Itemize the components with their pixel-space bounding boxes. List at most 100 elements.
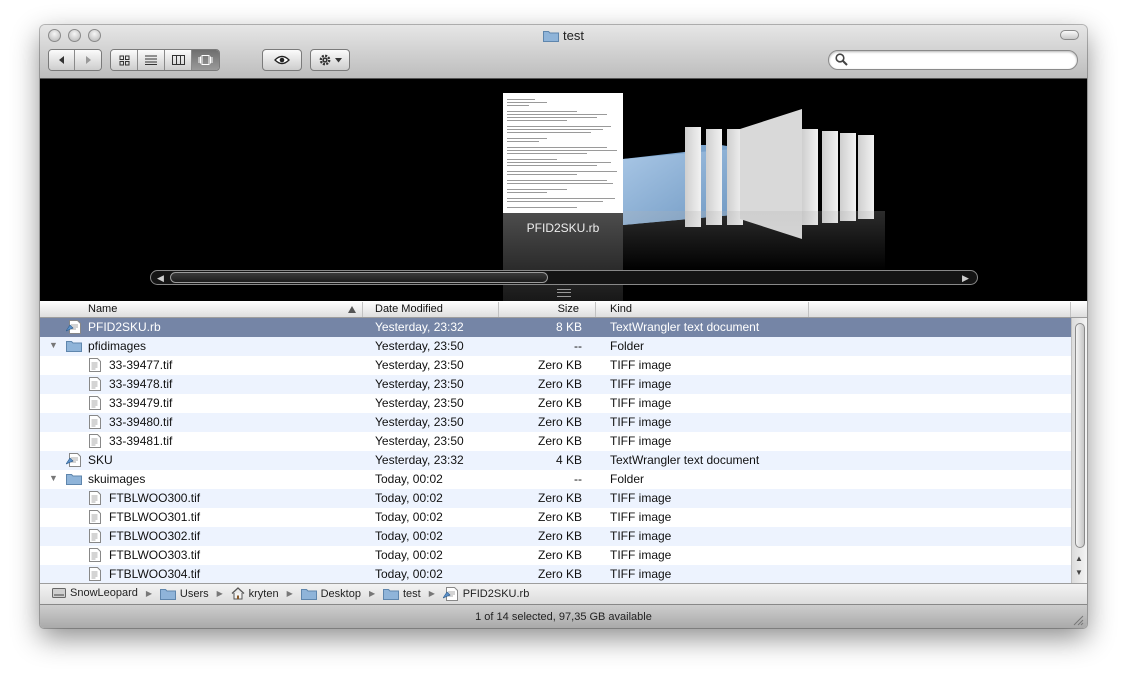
document-icon	[89, 434, 101, 451]
column-header-kind[interactable]: Kind	[596, 302, 809, 317]
cover-flow-icon	[198, 55, 213, 65]
back-button[interactable]	[49, 50, 76, 70]
document-icon	[89, 529, 101, 546]
search-icon	[835, 53, 848, 66]
resize-grip-icon[interactable]	[1073, 615, 1084, 626]
action-menu-button[interactable]	[310, 49, 350, 71]
column-view-button[interactable]	[165, 50, 192, 70]
titlebar: test	[40, 25, 1087, 79]
list-view-button[interactable]	[138, 50, 165, 70]
file-size: Zero KB	[537, 529, 582, 543]
column-kind-label: Kind	[610, 303, 633, 315]
path-crumb[interactable]: PFID2SKU.rb	[442, 587, 529, 601]
cover-flow-item[interactable]	[840, 133, 856, 221]
file-row[interactable]: FTBLWOO301.tif Today, 00:02 Zero KB TIFF im…	[40, 508, 1071, 527]
path-separator-icon: ▶	[368, 589, 376, 598]
document-icon	[89, 415, 101, 432]
splitter-grip[interactable]	[557, 289, 571, 297]
column-date-label: Date Modified	[375, 303, 443, 315]
scroll-right-arrow-icon[interactable]: ▶	[962, 273, 969, 284]
file-size: Zero KB	[537, 567, 582, 581]
status-text: 1 of 14 selected, 97,35 GB available	[475, 611, 652, 623]
folder-icon	[159, 587, 176, 600]
scroll-down-arrow-icon[interactable]: ▼	[1075, 568, 1083, 577]
column-header-size[interactable]: Size	[499, 302, 596, 317]
cover-flow-selected-preview[interactable]	[503, 93, 623, 213]
file-name: pfidimages	[88, 339, 147, 353]
file-row[interactable]: 33-39477.tif Yesterday, 23:50 Zero KB TIFF …	[40, 356, 1071, 375]
file-name: SKU	[88, 453, 113, 467]
disclosure-triangle-icon[interactable]: ▼	[49, 473, 58, 483]
status-bar: 1 of 14 selected, 97,35 GB available	[40, 604, 1087, 628]
forward-button[interactable]	[75, 50, 101, 70]
column-header-empty	[809, 302, 1071, 317]
file-size: Zero KB	[537, 396, 582, 410]
disclosure-triangle-icon[interactable]: ▼	[49, 340, 58, 350]
file-name: 33-39481.tif	[109, 434, 173, 448]
path-bar: SnowLeopard ▶ Users ▶ kryten ▶ Desktop ▶ test ▶ PF…	[40, 583, 1087, 604]
file-row[interactable]: SKU Yesterday, 23:32 4 KB TextWrangler text…	[40, 451, 1071, 470]
eye-icon	[274, 55, 290, 65]
file-date-modified: Yesterday, 23:32	[375, 320, 464, 334]
file-date-modified: Yesterday, 23:50	[375, 434, 464, 448]
file-date-modified: Yesterday, 23:50	[375, 415, 464, 429]
vertical-scrollbar[interactable]: ▲ ▼	[1071, 318, 1087, 583]
path-separator-icon: ▶	[428, 589, 435, 598]
cover-flow-scroll-thumb[interactable]	[170, 272, 548, 283]
file-row[interactable]: FTBLWOO304.tif Today, 00:02 Zero KB TIFF im…	[40, 565, 1071, 584]
file-date-modified: Yesterday, 23:50	[375, 396, 464, 410]
cover-flow-item[interactable]	[822, 131, 838, 223]
file-name: FTBLWOO301.tif	[109, 510, 201, 524]
path-crumb[interactable]: SnowLeopard	[52, 587, 138, 599]
file-row[interactable]: FTBLWOO303.tif Today, 00:02 Zero KB TIFF im…	[40, 546, 1071, 565]
nav-buttons	[48, 49, 102, 71]
vertical-scroll-thumb[interactable]	[1075, 323, 1085, 548]
file-size: --	[574, 339, 582, 353]
file-date-modified: Today, 00:02	[375, 472, 443, 486]
path-crumb[interactable]: test	[382, 587, 421, 600]
home-icon	[231, 587, 245, 600]
file-row[interactable]: 33-39478.tif Yesterday, 23:50 Zero KB TIFF …	[40, 375, 1071, 394]
file-date-modified: Today, 00:02	[375, 510, 443, 524]
search-input[interactable]	[828, 50, 1078, 70]
folder-icon	[66, 339, 82, 355]
file-name: 33-39480.tif	[109, 415, 173, 429]
path-crumb[interactable]: kryten	[231, 587, 279, 600]
folder-row[interactable]: ▼ skuimages Today, 00:02 -- Folder	[40, 470, 1071, 489]
cover-flow-view-button[interactable]	[192, 50, 219, 70]
folder-icon	[543, 31, 560, 42]
file-date-modified: Today, 00:02	[375, 529, 443, 543]
column-header-date[interactable]: Date Modified	[363, 302, 499, 317]
file-row[interactable]: FTBLWOO300.tif Today, 00:02 Zero KB TIFF im…	[40, 489, 1071, 508]
file-row[interactable]: PFID2SKU.rb Yesterday, 23:32 8 KB TextWrang…	[40, 318, 1071, 337]
document-icon	[89, 567, 101, 584]
cover-flow-pane[interactable]: PFID2SKU.rb ◀ ▶	[40, 79, 1087, 301]
file-row[interactable]: 33-39480.tif Yesterday, 23:50 Zero KB TIFF …	[40, 413, 1071, 432]
file-name: FTBLWOO304.tif	[109, 567, 201, 581]
toolbar-toggle-button[interactable]	[1060, 30, 1079, 40]
file-row[interactable]: 33-39481.tif Yesterday, 23:50 Zero KB TIFF …	[40, 432, 1071, 451]
file-kind: TIFF image	[610, 491, 672, 505]
path-crumb[interactable]: Desktop	[300, 587, 361, 600]
file-size: 4 KB	[555, 453, 582, 467]
document-icon	[89, 358, 101, 375]
file-rows: PFID2SKU.rb Yesterday, 23:32 8 KB TextWrang…	[40, 318, 1071, 584]
folder-row[interactable]: ▼ pfidimages Yesterday, 23:50 -- Folder	[40, 337, 1071, 356]
file-size: Zero KB	[537, 548, 582, 562]
path-crumb[interactable]: Users	[159, 587, 209, 600]
file-date-modified: Today, 00:02	[375, 567, 443, 581]
cover-flow-label: PFID2SKU.rb	[526, 221, 600, 235]
file-size: 8 KB	[555, 320, 582, 334]
file-kind: TIFF image	[610, 567, 672, 581]
file-kind: TIFF image	[610, 548, 672, 562]
column-header-name[interactable]: Name	[40, 302, 363, 317]
cover-flow-item[interactable]	[858, 135, 874, 219]
path-crumb-label: test	[402, 587, 421, 600]
icon-view-button[interactable]	[111, 50, 138, 70]
file-size: Zero KB	[537, 491, 582, 505]
file-row[interactable]: 33-39479.tif Yesterday, 23:50 Zero KB TIFF …	[40, 394, 1071, 413]
scroll-left-arrow-icon[interactable]: ◀	[157, 273, 164, 284]
file-row[interactable]: FTBLWOO302.tif Today, 00:02 Zero KB TIFF im…	[40, 527, 1071, 546]
scroll-up-arrow-icon[interactable]: ▲	[1075, 554, 1083, 563]
quick-look-button[interactable]	[262, 49, 302, 71]
